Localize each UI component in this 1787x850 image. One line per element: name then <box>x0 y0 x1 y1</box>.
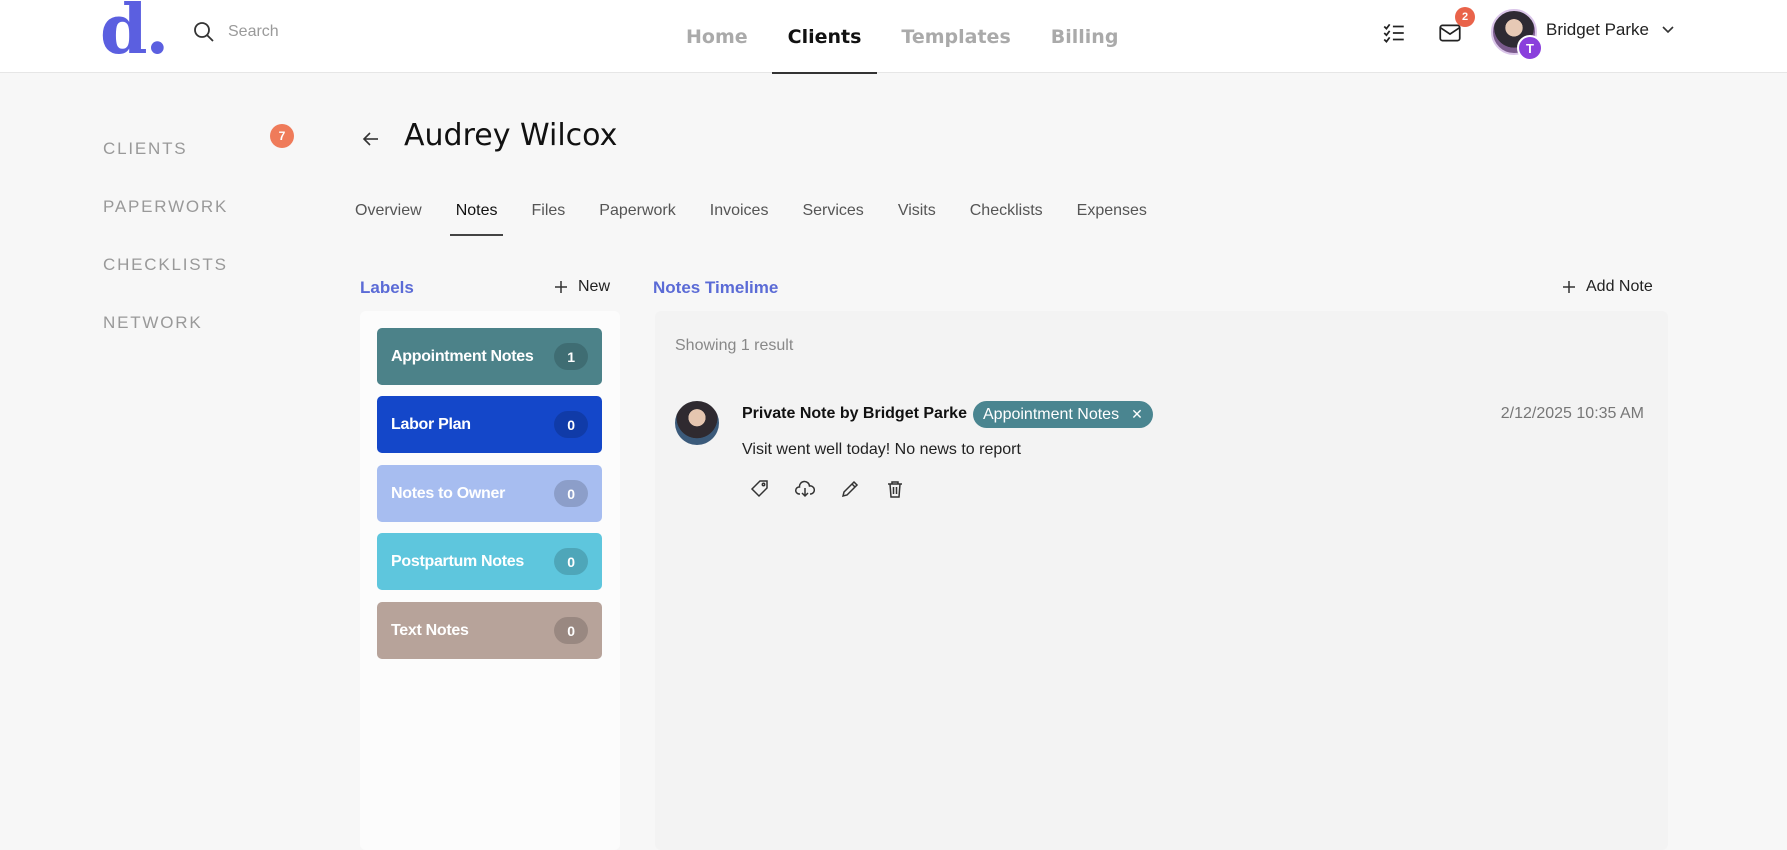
tab-services[interactable]: Services <box>802 190 863 232</box>
cloud-download-icon[interactable] <box>795 479 815 499</box>
label-count: 0 <box>554 617 588 644</box>
clients-count-badge: 7 <box>270 124 294 148</box>
labels-panel: Appointment Notes 1 Labor Plan 0 Notes t… <box>360 311 620 850</box>
label-item-appointment-notes[interactable]: Appointment Notes 1 <box>377 328 602 385</box>
note-label-tag: Appointment Notes ✕ <box>973 401 1153 428</box>
results-count: Showing 1 result <box>675 337 794 354</box>
label-name: Notes to Owner <box>391 484 506 502</box>
label-item-notes-to-owner[interactable]: Notes to Owner 0 <box>377 465 602 522</box>
new-label-text: New <box>577 278 610 295</box>
note-body: Visit went well today! No news to report <box>742 441 1021 458</box>
nav-home[interactable]: Home <box>670 0 764 73</box>
back-arrow-icon[interactable] <box>360 128 382 150</box>
edit-pencil-icon[interactable] <box>840 479 860 499</box>
new-label-button[interactable]: New <box>554 278 610 296</box>
label-item-text-notes[interactable]: Text Notes 0 <box>377 602 602 659</box>
sidebar-item-label: CLIENTS <box>103 139 188 158</box>
label-item-postpartum-notes[interactable]: Postpartum Notes 0 <box>377 533 602 590</box>
labels-header: Labels New <box>360 278 610 302</box>
user-menu[interactable]: Bridget Parke <box>1546 20 1675 40</box>
nav-clients[interactable]: Clients <box>771 0 878 74</box>
sidebar-item-label: CHECKLISTS <box>103 255 228 274</box>
label-item-labor-plan[interactable]: Labor Plan 0 <box>377 396 602 453</box>
search-input[interactable] <box>228 23 428 41</box>
main-nav: Home Clients Templates Billing <box>670 0 1142 74</box>
tab-paperwork[interactable]: Paperwork <box>599 190 675 232</box>
note-author-avatar <box>675 401 719 445</box>
label-name: Appointment Notes <box>391 347 534 365</box>
tab-notes[interactable]: Notes <box>449 190 504 236</box>
tab-files[interactable]: Files <box>531 190 565 232</box>
search-icon <box>194 22 214 42</box>
sidebar-item-label: PAPERWORK <box>103 197 229 216</box>
search-bar[interactable] <box>192 19 428 45</box>
nav-templates[interactable]: Templates <box>885 0 1026 73</box>
plus-icon <box>554 281 567 293</box>
labels-title: Labels <box>360 278 414 297</box>
app-logo[interactable]: d. <box>100 0 169 64</box>
note-tag-text: Appointment Notes <box>983 405 1120 423</box>
sidebar-item-clients[interactable]: CLIENTS 7 <box>103 120 303 178</box>
notes-timeline-title: Notes Timelime <box>653 278 779 297</box>
user-avatar[interactable]: T <box>1491 9 1543 61</box>
note-author: Private Note by Bridget Parke <box>742 405 967 422</box>
label-name: Labor Plan <box>391 415 471 433</box>
add-note-button[interactable]: Add Note <box>1562 278 1653 296</box>
tag-icon[interactable] <box>750 479 770 499</box>
label-count: 0 <box>554 548 588 575</box>
note-actions <box>750 479 930 499</box>
tab-overview[interactable]: Overview <box>355 190 422 232</box>
sidebar-item-checklists[interactable]: CHECKLISTS <box>103 236 303 294</box>
tab-visits[interactable]: Visits <box>898 190 936 232</box>
checklist-icon[interactable] <box>1381 20 1407 46</box>
trash-icon[interactable] <box>885 479 905 499</box>
plus-icon <box>1563 281 1575 293</box>
sidebar-item-label: NETWORK <box>103 313 203 332</box>
user-name: Bridget Parke <box>1546 20 1649 39</box>
label-count: 1 <box>554 343 588 370</box>
page-title: Audrey Wilcox <box>404 118 618 153</box>
client-tabs: Overview Notes Files Paperwork Invoices … <box>355 190 1181 236</box>
notes-panel: Showing 1 result Private Note by Bridget… <box>655 311 1668 850</box>
label-count: 0 <box>554 411 588 438</box>
sidebar-item-paperwork[interactable]: PAPERWORK <box>103 178 303 236</box>
account-initial-badge: T <box>1517 35 1543 61</box>
label-name: Text Notes <box>391 621 469 639</box>
tab-invoices[interactable]: Invoices <box>710 190 769 232</box>
inbox-badge: 2 <box>1455 7 1475 27</box>
note-timestamp: 2/12/2025 10:35 AM <box>1500 405 1644 422</box>
label-name: Postpartum Notes <box>391 552 524 570</box>
nav-billing[interactable]: Billing <box>1035 0 1135 73</box>
top-header: d. Home Clients Templates Billing 2 T Br… <box>0 0 1787 74</box>
add-note-text: Add Note <box>1586 278 1653 295</box>
remove-tag-icon[interactable]: ✕ <box>1131 406 1143 423</box>
tab-checklists[interactable]: Checklists <box>970 190 1043 232</box>
sidebar-item-network[interactable]: NETWORK <box>103 294 303 352</box>
label-count: 0 <box>554 480 588 507</box>
chevron-down-icon <box>1662 26 1674 34</box>
sidebar: CLIENTS 7 PAPERWORK CHECKLISTS NETWORK <box>103 120 303 352</box>
tab-expenses[interactable]: Expenses <box>1077 190 1147 232</box>
